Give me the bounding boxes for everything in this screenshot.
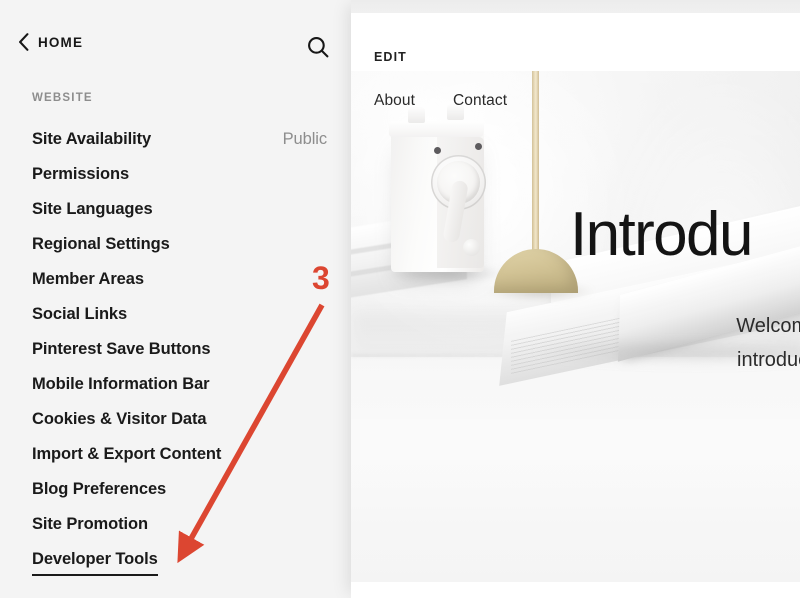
site-nav-item-about[interactable]: About	[374, 92, 415, 110]
sidebar-item-value: Public	[282, 130, 327, 148]
photo-surface	[351, 357, 800, 582]
sidebar-item-label: Site Languages	[32, 200, 153, 219]
sidebar-item-cookies-and-visitor-data[interactable]: Cookies & Visitor Data	[0, 402, 351, 437]
sidebar-item-label: Member Areas	[32, 270, 144, 289]
back-home-label: HOME	[38, 34, 84, 50]
photo-sharpener-top	[388, 121, 485, 137]
photo-sharpener-screw-right	[475, 143, 482, 150]
sidebar-item-mobile-information-bar[interactable]: Mobile Information Bar	[0, 367, 351, 402]
sidebar-item-label: Developer Tools	[32, 550, 158, 576]
sidebar-item-developer-tools[interactable]: Developer Tools	[0, 542, 351, 577]
sidebar-item-site-promotion[interactable]: Site Promotion	[0, 507, 351, 542]
edit-button[interactable]: EDIT	[374, 50, 407, 64]
search-icon[interactable]	[305, 34, 331, 60]
sidebar-item-label: Import & Export Content	[32, 445, 222, 464]
sidebar-menu: Site Availability Public Permissions Site L…	[0, 122, 351, 577]
sidebar-item-label: Social Links	[32, 305, 128, 324]
photo-pencil-dome-holder	[494, 249, 578, 293]
edit-toolbar: EDIT	[351, 13, 800, 71]
hero-subtitle-line-1: Welcom	[736, 315, 800, 337]
sidebar-item-regional-settings[interactable]: Regional Settings	[0, 227, 351, 262]
sidebar-item-label: Pinterest Save Buttons	[32, 340, 211, 359]
sidebar-item-member-areas[interactable]: Member Areas	[0, 262, 351, 297]
hero-subtitle-line-2: introduc	[737, 349, 800, 371]
sidebar-item-site-languages[interactable]: Site Languages	[0, 192, 351, 227]
sidebar-header: HOME	[0, 0, 351, 88]
site-nav-item-contact[interactable]: Contact	[453, 92, 507, 110]
sidebar-item-social-links[interactable]: Social Links	[0, 297, 351, 332]
sidebar-item-label: Site Availability	[32, 130, 152, 149]
photo-sharpener-screw-left	[434, 147, 441, 154]
site-canvas: About Contact Introdu Welcom introduc	[351, 71, 800, 582]
sidebar-section-label: WEBSITE	[32, 92, 93, 104]
settings-sidebar: HOME WEBSITE Site Availability Public Perm…	[0, 0, 351, 598]
photo-sharpener-crank-knob	[463, 239, 480, 256]
preview-bottom-band	[351, 582, 800, 598]
sidebar-item-label: Cookies & Visitor Data	[32, 410, 207, 429]
sidebar-item-label: Permissions	[32, 165, 130, 184]
sidebar-item-label: Blog Preferences	[32, 480, 167, 499]
sidebar-item-label: Site Promotion	[32, 515, 148, 534]
sidebar-item-site-availability[interactable]: Site Availability Public	[0, 122, 351, 157]
preview-top-gutter	[351, 0, 800, 13]
hero-subtitle: Welcom introduc	[715, 309, 800, 377]
sidebar-item-import-and-export-content[interactable]: Import & Export Content	[0, 437, 351, 472]
sidebar-item-permissions[interactable]: Permissions	[0, 157, 351, 192]
site-nav: About Contact	[351, 87, 800, 121]
hero-title: Introdu	[570, 200, 753, 269]
sidebar-item-blog-preferences[interactable]: Blog Preferences	[0, 472, 351, 507]
app-root: HOME WEBSITE Site Availability Public Perm…	[0, 0, 800, 598]
sidebar-item-label: Mobile Information Bar	[32, 375, 210, 394]
sidebar-item-pinterest-save-buttons[interactable]: Pinterest Save Buttons	[0, 332, 351, 367]
site-preview-panel: EDIT About Contact Introdu Welcom introd…	[351, 0, 800, 598]
chevron-left-icon	[18, 33, 29, 51]
back-to-home-button[interactable]: HOME	[18, 33, 83, 51]
sidebar-item-label: Regional Settings	[32, 235, 170, 254]
